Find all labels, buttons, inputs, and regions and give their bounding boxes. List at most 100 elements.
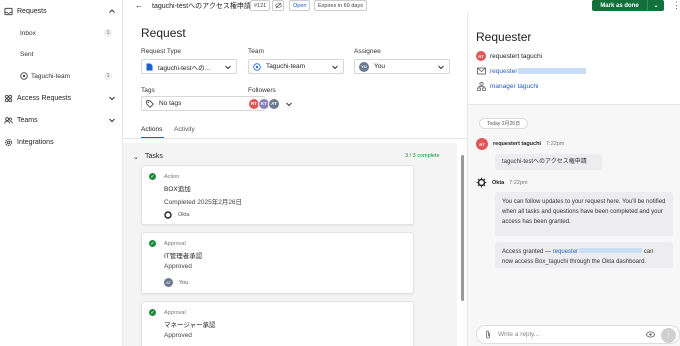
followers-label: Followers [248, 87, 276, 94]
ticket-id-badge: #121 [250, 0, 271, 11]
gear-icon [4, 138, 13, 147]
task-type: Approval [164, 310, 186, 316]
date-separator: Today 2月26日 [479, 118, 529, 129]
sidebar-item-label: Access Requests [17, 94, 72, 102]
avatar: RT [476, 51, 486, 61]
more-menu-icon[interactable]: ⋮ [672, 0, 680, 11]
tasks-complete-count: 3 / 3 complete [405, 153, 440, 159]
chevron-up-icon[interactable] [108, 7, 116, 17]
mark-as-done-button[interactable]: Mark as done ⌄ [592, 0, 664, 11]
sidebar-item-label: Taguchi-team [31, 72, 71, 80]
task-name: BOX追加 [164, 186, 191, 193]
avatar: RT [476, 138, 488, 150]
count-badge: 1 [104, 29, 112, 37]
task-status: Approved [164, 263, 192, 270]
message-author: requestert taguchi [493, 141, 541, 147]
sidebar-item-label: Requests [17, 7, 47, 15]
message-text: Access granted — [502, 249, 553, 255]
okta-icon [476, 177, 487, 188]
avatar: YO [359, 61, 369, 72]
message-header: RT requestert taguchi 7:22pm [476, 138, 564, 150]
chevron-down-icon[interactable]: ⌄ [133, 153, 139, 161]
message-time: 7:22pm [545, 141, 565, 147]
page-title: taguchi-testへのアクセス権申請 [152, 3, 251, 10]
request-type-label: Request Type [141, 48, 181, 55]
tags-value: No tags [159, 100, 182, 107]
tags-select[interactable]: No tags [141, 96, 265, 111]
scrollbar[interactable] [461, 155, 464, 301]
request-type-select[interactable]: taguchi-testへの... [141, 59, 237, 74]
check-circle-icon: ✓ [149, 173, 156, 180]
status-badge: Open [289, 0, 311, 11]
message-bubble: taguchi-testへのアクセス権申請 [495, 154, 602, 170]
sidebar-item-integrations[interactable]: Integrations [4, 135, 116, 149]
task-status: Approved [164, 332, 192, 339]
conversation: Today 2月26日 RT requestert taguchi 7:22pm… [468, 105, 680, 346]
requester-manager-row[interactable]: manager taguchi [476, 80, 538, 92]
sidebar-item-label: Integrations [17, 138, 54, 146]
check-circle-icon: ✓ [149, 309, 156, 316]
task-card[interactable]: ✓ Action BOX追加 Completed 2025年2月26日 Okta [141, 165, 414, 225]
eye-off-icon[interactable] [272, 0, 284, 11]
task-type: Approval [164, 241, 186, 247]
avatar: AT [164, 278, 173, 287]
team-value: Taguchi-team [266, 63, 306, 70]
chevron-down-icon[interactable] [108, 94, 116, 104]
reply-input[interactable]: Write a reply... [498, 331, 539, 338]
assignee-label: Assignee [354, 48, 381, 55]
assignee-select[interactable]: YO You [354, 59, 450, 74]
inbox-icon [4, 7, 13, 16]
sidebar-item-taguchi-team[interactable]: Taguchi-team 1 [20, 69, 112, 83]
followers-list[interactable]: RT KT AT [248, 97, 293, 110]
sidebar-item-label: Inbox [20, 29, 36, 37]
tab-actions[interactable]: Actions [141, 126, 162, 133]
requester-email[interactable]: requester [490, 68, 517, 75]
request-panel: Request Request Type taguchi-testへの... T… [123, 13, 467, 346]
message-bubble: You can follow updates to your request h… [495, 192, 673, 236]
paperclip-icon[interactable] [485, 330, 491, 339]
users-icon [4, 116, 13, 125]
sidebar-item-access-requests[interactable]: Access Requests [4, 91, 116, 105]
chevron-down-icon[interactable] [285, 100, 293, 108]
tasks-heading: Tasks [145, 153, 163, 160]
reply-box[interactable]: Write a reply... ↑ [476, 325, 680, 344]
tab-activity[interactable]: Activity [174, 126, 195, 133]
tag-icon [146, 99, 154, 108]
tags-label: Tags [141, 87, 155, 94]
mark-as-done-label: Mark as done [600, 2, 639, 9]
sidebar-item-requests[interactable]: Requests [4, 4, 116, 18]
requester-manager[interactable]: manager taguchi [490, 83, 538, 90]
redacted-email [518, 68, 587, 74]
requester-name-row: RT requestert taguchi [476, 50, 542, 62]
requester-name: requestert taguchi [490, 52, 543, 60]
requester-heading: Requester [476, 30, 532, 44]
task-owner-name: You [179, 279, 189, 286]
sidebar-item-inbox[interactable]: Inbox 1 [20, 26, 112, 40]
avatar: AT [268, 97, 280, 110]
task-owner-name: Okta [178, 212, 190, 218]
arrow-left-icon[interactable]: ← [135, 1, 143, 10]
sidebar-item-label: Teams [17, 116, 38, 124]
team-select[interactable]: Taguchi-team [248, 59, 344, 74]
chevron-down-icon[interactable] [108, 116, 116, 126]
expiry-badge: Expires in 60 days [314, 0, 367, 11]
tasks-panel: ⌄ Tasks 3 / 3 complete ✓ Action BOX追加 Co… [123, 143, 457, 346]
okta-icon [164, 211, 172, 219]
requester-link[interactable]: requester [553, 249, 578, 255]
task-card[interactable]: ✓ Approval マネージャー承認 Approved [141, 301, 414, 346]
task-card[interactable]: ✓ Approval IT管理者承認 Approved AT You [141, 232, 414, 294]
request-heading: Request [141, 26, 186, 40]
chevron-down-icon[interactable]: ⌄ [648, 2, 664, 9]
team-label: Team [248, 48, 264, 55]
requester-email-row[interactable]: requester [476, 65, 587, 77]
sidebar-item-teams[interactable]: Teams [4, 113, 116, 127]
team-icon [20, 72, 28, 80]
assignee-value: You [374, 63, 385, 70]
message-author: Okta [492, 179, 505, 186]
send-button[interactable]: ↑ [661, 328, 676, 343]
request-type-value: taguchi-testへの... [158, 64, 211, 72]
eye-icon[interactable] [646, 331, 655, 338]
task-owner: Okta [164, 211, 190, 219]
tab-bar: Actions Activity [141, 126, 195, 133]
sidebar-item-sent[interactable]: Sent [20, 47, 112, 61]
